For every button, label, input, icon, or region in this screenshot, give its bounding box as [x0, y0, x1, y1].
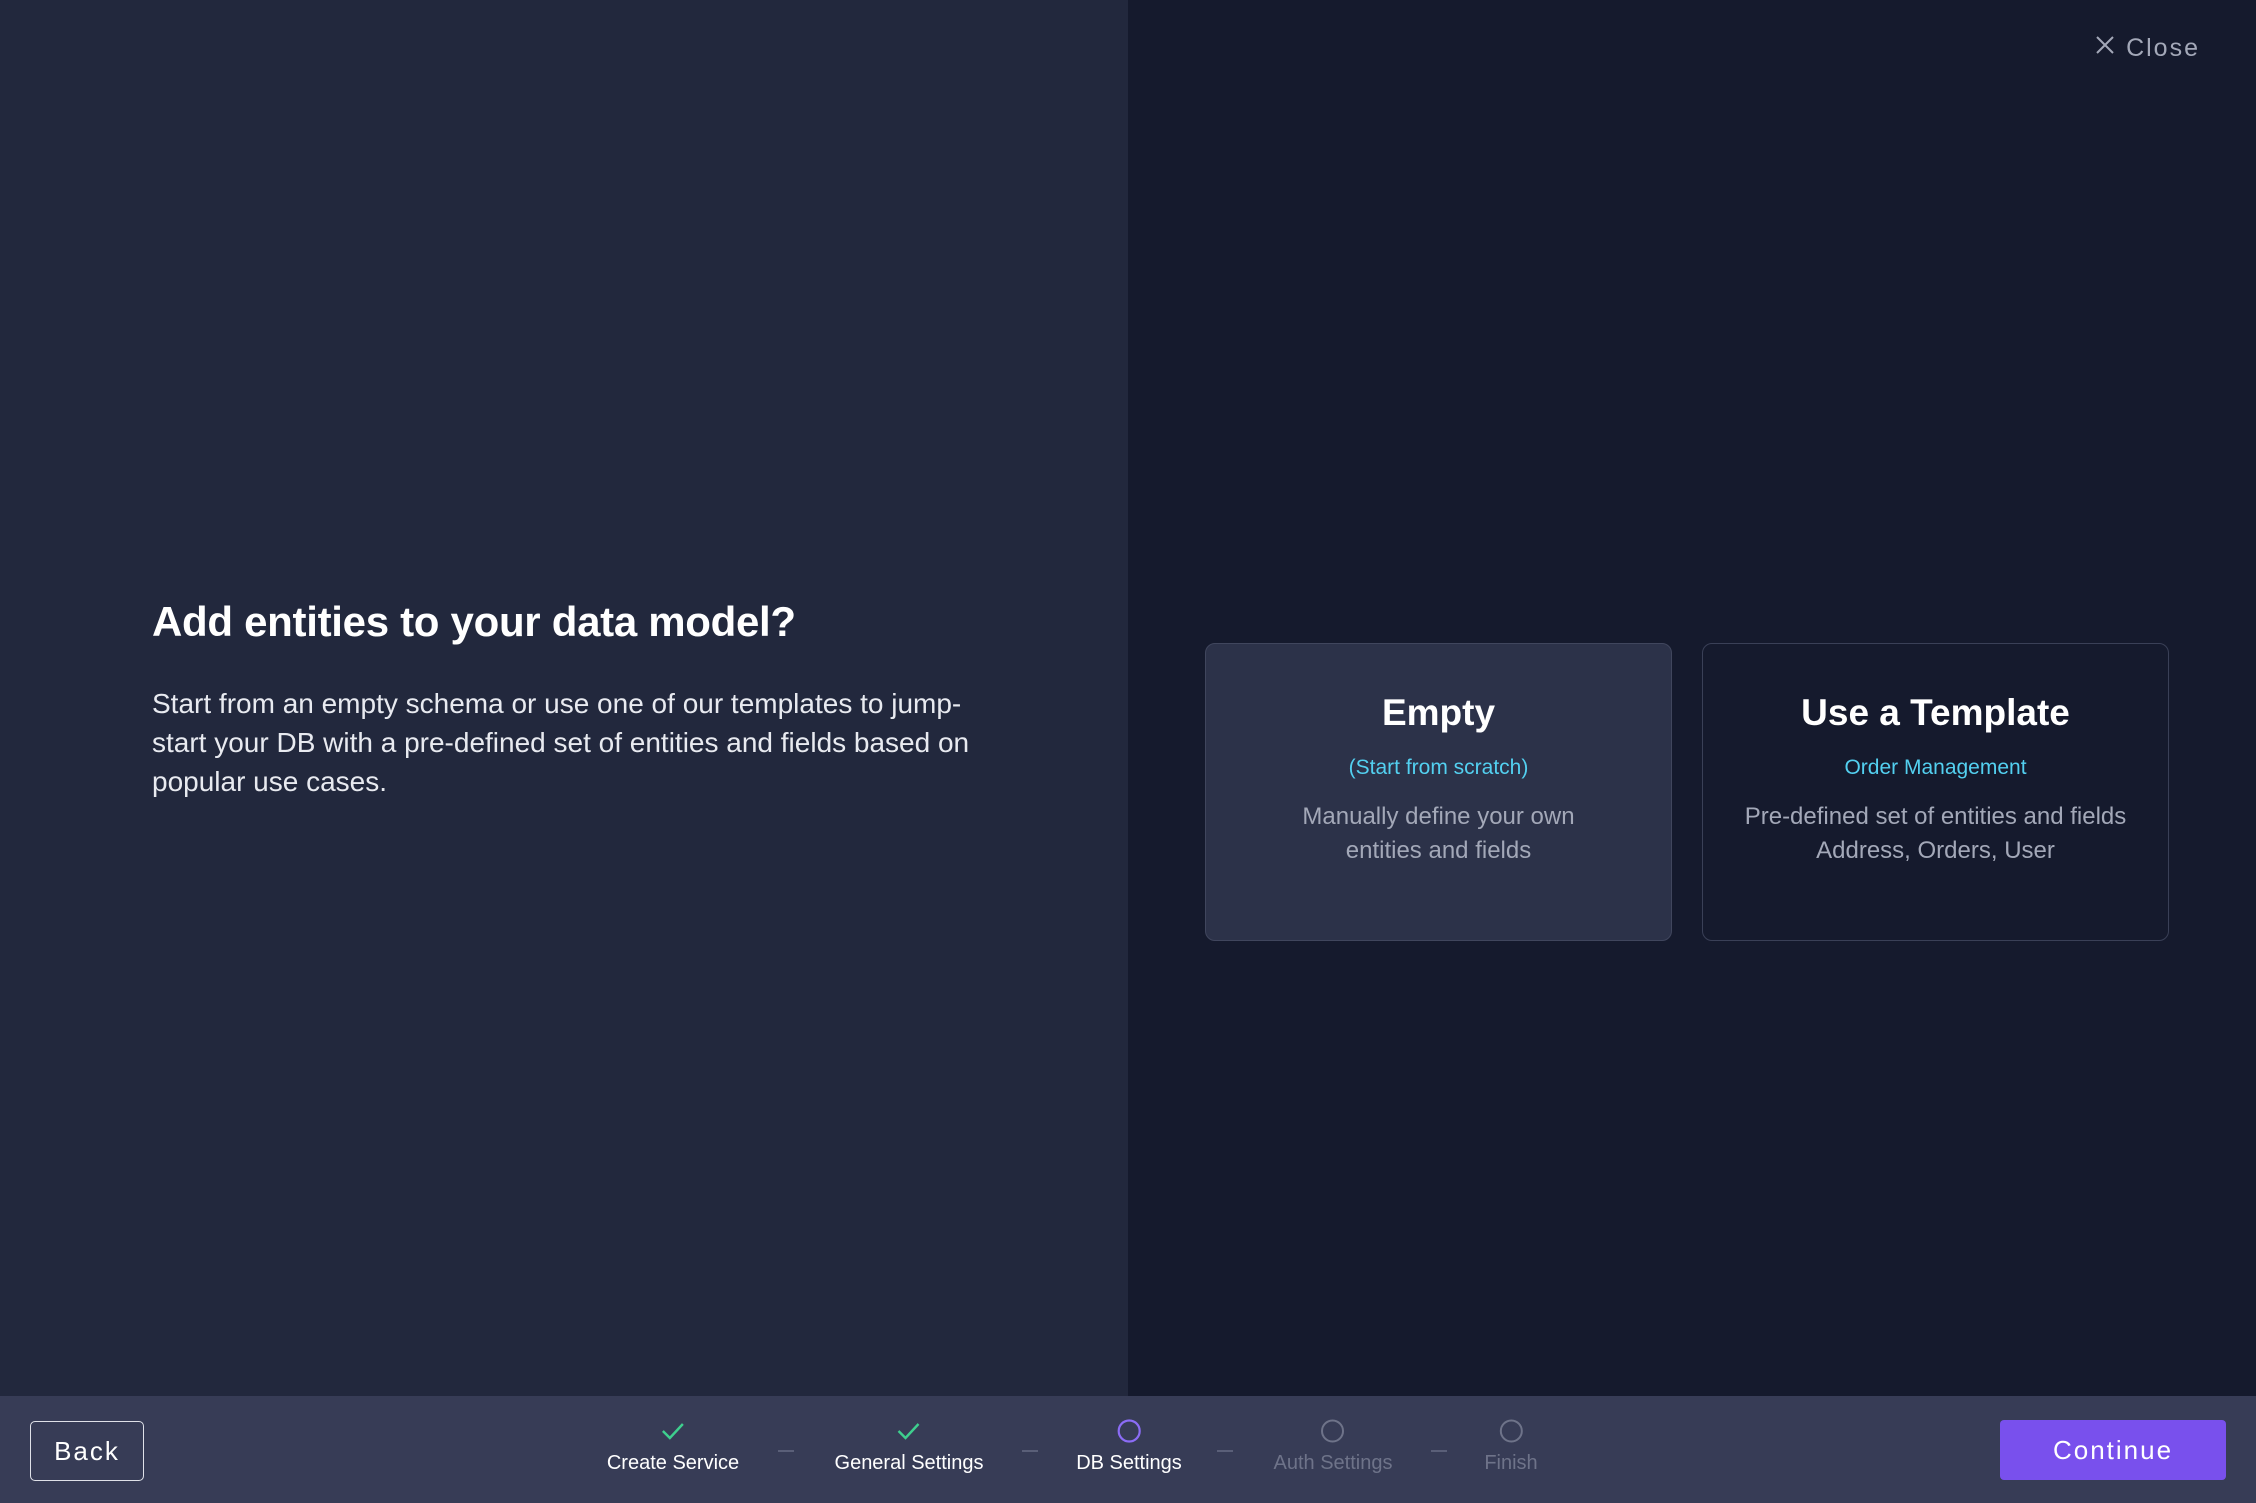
- card-description: Manually define your own entities and fi…: [1206, 800, 1671, 868]
- current-step-circle-icon: [1116, 1418, 1142, 1444]
- option-card-template[interactable]: Use a Template Order Management Pre-defi…: [1702, 643, 2169, 941]
- step-label: General Settings: [834, 1452, 984, 1474]
- pending-step-circle-icon: [1320, 1418, 1346, 1444]
- check-icon: [660, 1418, 686, 1444]
- card-description: Pre-defined set of entities and fields A…: [1703, 800, 2168, 868]
- check-icon: [896, 1418, 922, 1444]
- step-finish: Finish: [1484, 1418, 1538, 1475]
- close-label: Close: [2126, 34, 2200, 62]
- page-description: Start from an empty schema or use one of…: [152, 688, 970, 797]
- option-card-empty[interactable]: Empty (Start from scratch) Manually defi…: [1205, 643, 1672, 941]
- step-label: Create Service: [606, 1452, 740, 1474]
- step-auth-settings: Auth Settings: [1273, 1418, 1393, 1475]
- step-separator: [778, 1450, 794, 1452]
- step-label: Finish: [1484, 1452, 1538, 1474]
- card-description-line: Pre-defined set of entities and fields: [1744, 803, 2127, 830]
- close-icon: [2094, 34, 2116, 63]
- pending-step-circle-icon: [1498, 1418, 1524, 1444]
- close-button[interactable]: Close: [2094, 34, 2200, 63]
- progress-stepper: Create Service General Settings DB Setti…: [0, 1396, 2256, 1503]
- card-description-line: Manually define your own: [1302, 803, 1575, 830]
- wizard-footer: Back Create Service General Settings DB …: [0, 1396, 2256, 1503]
- card-description-line: Address, Orders, User: [1816, 837, 2055, 864]
- card-title: Use a Template: [1801, 692, 2070, 733]
- step-label: Auth Settings: [1273, 1452, 1393, 1474]
- step-general-settings: General Settings: [834, 1418, 984, 1475]
- continue-button[interactable]: Continue: [2000, 1420, 2226, 1480]
- page-title: Add entities to your data model?: [152, 598, 796, 645]
- card-title: Empty: [1381, 692, 1496, 733]
- step-separator: [1431, 1450, 1447, 1452]
- card-subtitle: Order Management: [1844, 756, 2027, 779]
- step-label: DB Settings: [1076, 1452, 1182, 1474]
- card-subtitle: (Start from scratch): [1348, 756, 1529, 779]
- intro-panel: Add entities to your data model? Start f…: [0, 0, 1128, 1396]
- step-create-service: Create Service: [607, 1418, 739, 1475]
- option-cards: Empty (Start from scratch) Manually defi…: [1205, 643, 2169, 941]
- step-separator: [1022, 1450, 1038, 1452]
- card-description-line: entities and fields: [1345, 837, 1532, 864]
- step-db-settings: DB Settings: [1076, 1418, 1182, 1475]
- step-separator: [1217, 1450, 1233, 1452]
